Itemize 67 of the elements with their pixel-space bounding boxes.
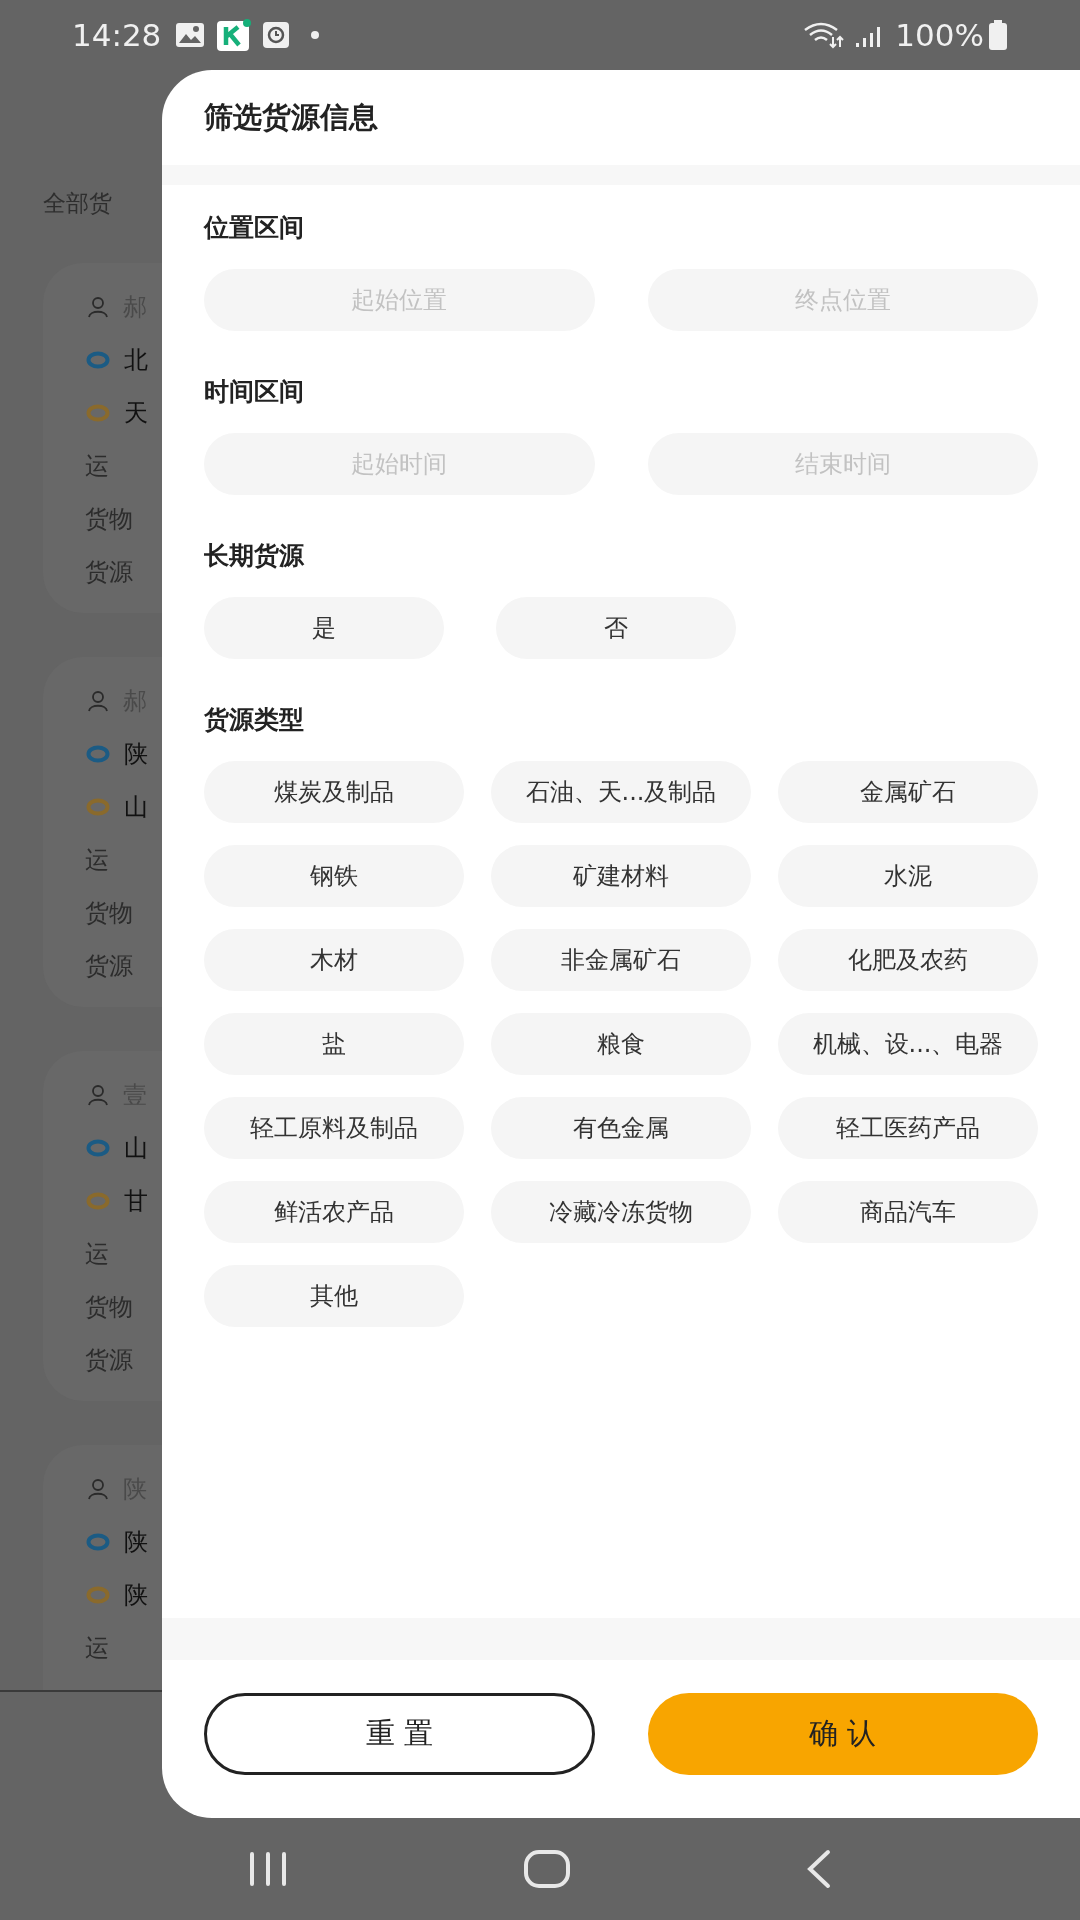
category-chip[interactable]: 盐 — [204, 1013, 464, 1075]
card-label: 运 — [85, 845, 109, 876]
person-icon — [87, 690, 109, 712]
gallery-icon — [175, 22, 206, 48]
place-text: 山 — [124, 1133, 148, 1164]
action-button[interactable]: 重 置 — [204, 1693, 595, 1775]
app-k-icon — [217, 19, 252, 51]
wifi-icon — [803, 21, 846, 49]
category-chip[interactable]: 非金属矿石 — [491, 929, 751, 991]
section-title: 时间区间 — [204, 376, 305, 408]
ring-icon — [86, 351, 110, 369]
category-chip[interactable]: 其他 — [204, 1265, 464, 1327]
place-text: 陕 — [124, 1527, 148, 1558]
category-chip[interactable]: 金属矿石 — [778, 761, 1038, 823]
category-chip[interactable]: 轻工医药产品 — [778, 1097, 1038, 1159]
drawer-title: 筛选货源信息 — [204, 98, 378, 136]
ring-icon — [86, 1586, 110, 1604]
dot-icon — [311, 31, 320, 39]
clock-time: 14:28 — [72, 15, 162, 55]
person-icon — [87, 1084, 109, 1106]
category-chip[interactable]: 木材 — [204, 929, 464, 991]
category-chip[interactable]: 轻工原料及制品 — [204, 1097, 464, 1159]
card-label: 货源 — [85, 1345, 133, 1376]
section-title: 长期货源 — [204, 540, 305, 572]
person-icon — [87, 1478, 109, 1500]
place-text: 天 — [124, 398, 148, 429]
category-chip[interactable]: 粮食 — [491, 1013, 751, 1075]
card-label: 货源 — [85, 951, 133, 982]
category-chip[interactable]: 有色金属 — [491, 1097, 751, 1159]
category-chip[interactable]: 钢铁 — [204, 845, 464, 907]
place-text: 陕 — [124, 739, 148, 770]
card-label: 货物 — [85, 1292, 133, 1323]
ring-icon — [86, 1192, 110, 1210]
category-chip[interactable]: 机械、设...、电器 — [778, 1013, 1038, 1075]
place-text: 甘 — [124, 1186, 148, 1217]
option-chip[interactable]: 否 — [496, 597, 736, 659]
person-icon — [87, 296, 109, 318]
card-label: 货物 — [85, 898, 133, 929]
card-label: 货源 — [85, 557, 133, 588]
card-label: 运 — [85, 1633, 109, 1664]
category-chip[interactable]: 化肥及农药 — [778, 929, 1038, 991]
category-chip[interactable]: 水泥 — [778, 845, 1038, 907]
place-text: 陕 — [124, 1580, 148, 1611]
section-title: 货源类型 — [204, 704, 305, 736]
place-text: 山 — [124, 792, 148, 823]
action-button[interactable]: 确 认 — [647, 1693, 1038, 1775]
battery-icon — [988, 20, 1008, 50]
category-chip[interactable]: 矿建材料 — [491, 845, 751, 907]
card-label: 货物 — [85, 504, 133, 535]
card-label: 运 — [85, 1239, 109, 1270]
category-chip[interactable]: 商品汽车 — [778, 1181, 1038, 1243]
category-chip[interactable]: 鲜活农产品 — [204, 1181, 464, 1243]
section-title: 位置区间 — [204, 212, 305, 244]
category-chip[interactable]: 煤炭及制品 — [204, 761, 464, 823]
home-icon[interactable] — [523, 1849, 571, 1889]
category-chip[interactable]: 冷藏冷冻货物 — [491, 1181, 751, 1243]
category-chip[interactable]: 石油、天...及制品 — [491, 761, 751, 823]
clock-app-icon — [263, 22, 290, 48]
option-chip[interactable]: 是 — [204, 597, 444, 659]
ring-icon — [86, 798, 110, 816]
card-label: 运 — [85, 451, 109, 482]
ring-icon — [86, 1533, 110, 1551]
ring-icon — [86, 745, 110, 763]
ring-icon — [86, 1139, 110, 1157]
battery-percent: 100% — [895, 15, 984, 55]
ring-icon — [86, 404, 110, 422]
place-text: 北 — [124, 345, 148, 376]
